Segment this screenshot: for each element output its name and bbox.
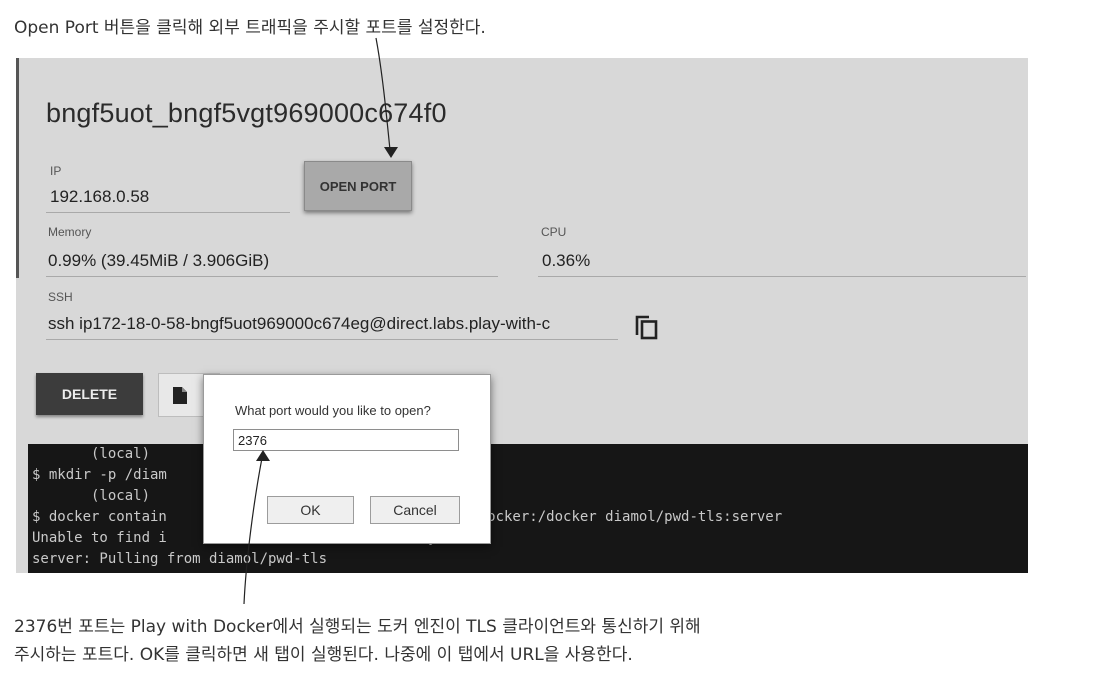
terminal-line: (local) (32, 446, 151, 462)
instance-title: bngf5uot_bngf5vgt969000c674f0 (46, 98, 447, 128)
ssh-underline (46, 339, 618, 340)
panel-left-border (16, 58, 19, 278)
cpu-label: CPU (541, 225, 567, 239)
cpu-underline (538, 276, 1026, 277)
memory-value: 0.99% (39.45MiB / 3.906GiB) (48, 251, 270, 270)
ip-label: IP (50, 164, 62, 178)
terminal-line: server: Pulling from diamol/pwd-tls (32, 551, 328, 567)
ssh-value[interactable]: ssh ip172-18-0-58-bngf5uot969000c674eg@d… (48, 314, 616, 334)
top-annotation: Open Port 버튼을 클릭해 외부 트래픽을 주시할 포트를 설정한다. (14, 18, 486, 38)
terminal[interactable]: (local) $ mkdir -p /diam (local) $ docke… (28, 444, 1028, 573)
dialog-message: What port would you like to open? (235, 403, 431, 418)
ok-button[interactable]: OK (267, 496, 354, 524)
port-input[interactable] (233, 429, 459, 451)
bottom-annotation: 2376번 포트는 Play with Docker에서 실행되는 도커 엔진이… (14, 613, 701, 669)
memory-underline (46, 276, 498, 277)
open-port-dialog: What port would you like to open? OK Can… (203, 374, 491, 544)
ssh-label: SSH (48, 290, 73, 304)
copy-icon[interactable] (634, 314, 660, 340)
terminal-line: (local) (32, 488, 151, 504)
cpu-value: 0.36% (542, 251, 591, 270)
terminal-line: $ mkdir -p /diam (32, 467, 167, 483)
cancel-button[interactable]: Cancel (370, 496, 460, 524)
memory-label: Memory (48, 225, 92, 239)
delete-button[interactable]: DELETE (36, 373, 143, 415)
file-icon (173, 387, 187, 404)
bottom-annotation-line: 2376번 포트는 Play with Docker에서 실행되는 도커 엔진이… (14, 617, 701, 637)
ip-value: 192.168.0.58 (50, 187, 150, 206)
open-port-button[interactable]: OPEN PORT (304, 161, 412, 211)
ip-underline (46, 212, 290, 213)
bottom-annotation-line: 주시하는 포트다. OK를 클릭하면 새 탭이 실행된다. 나중에 이 탭에서 … (14, 645, 633, 665)
instance-panel: bngf5uot_bngf5vgt969000c674f0 IP 192.168… (16, 58, 1028, 573)
